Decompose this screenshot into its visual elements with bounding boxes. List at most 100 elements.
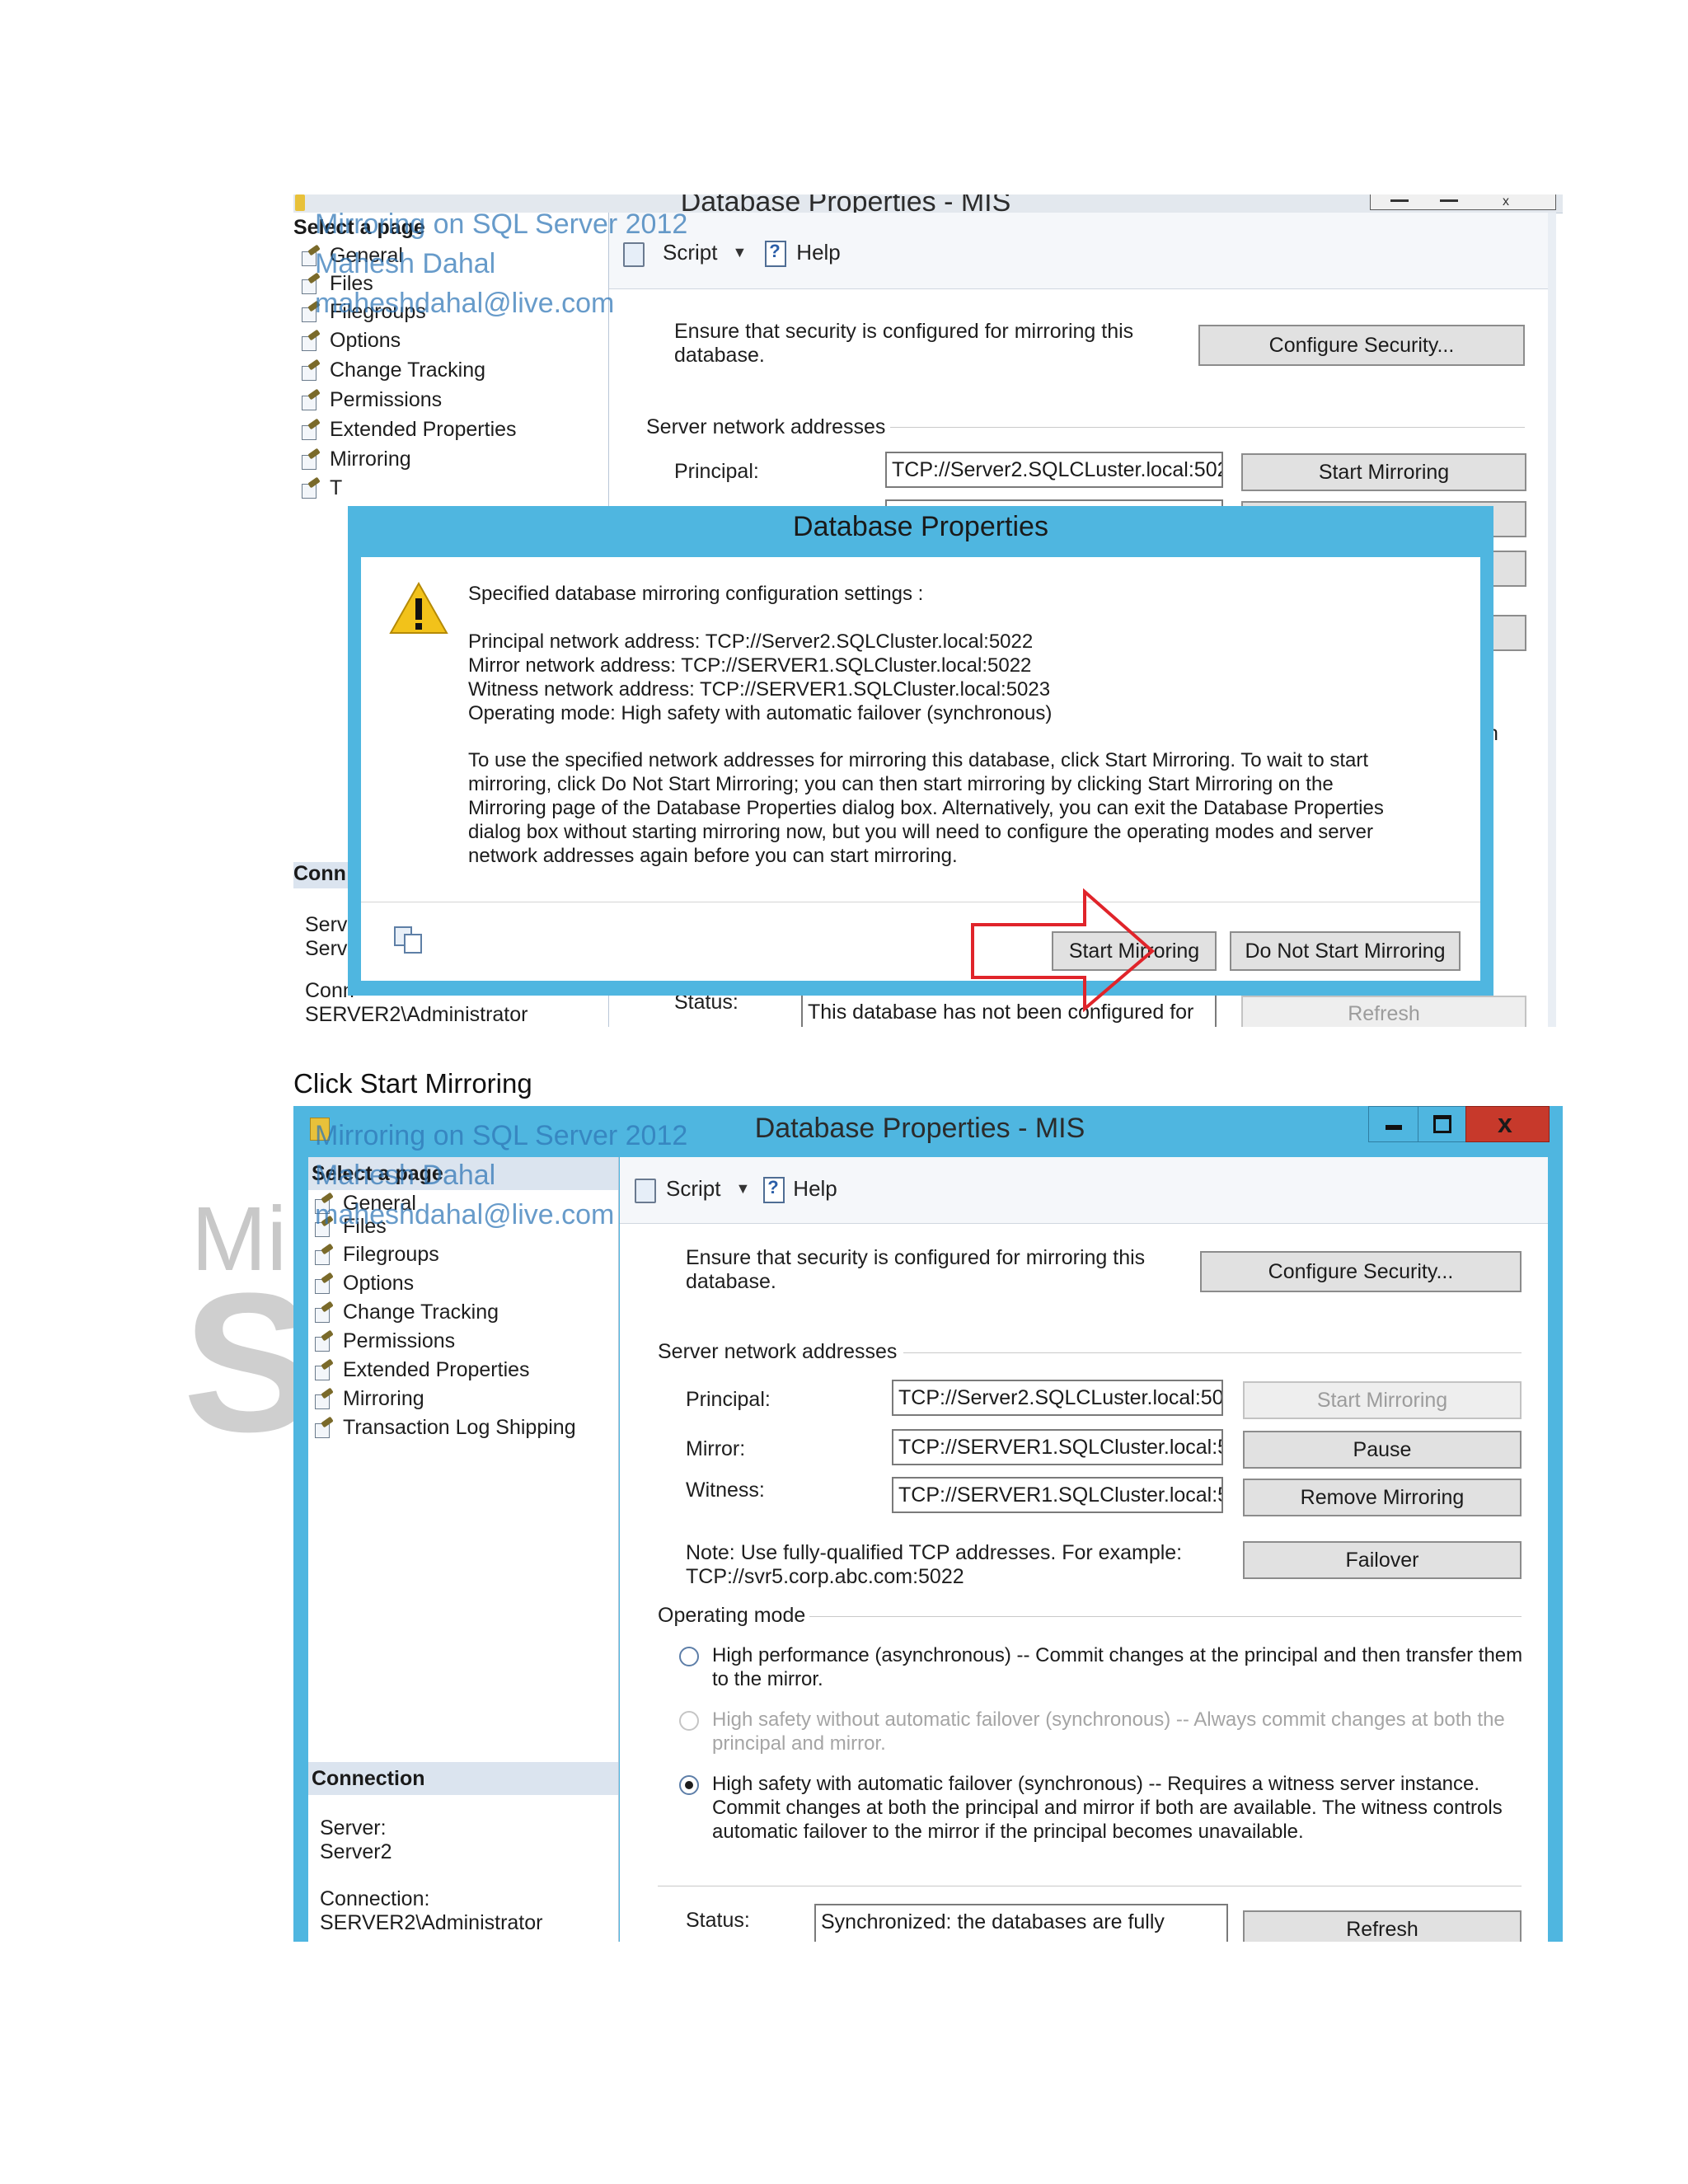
warning-triangle: [389, 581, 448, 634]
page-icon: [300, 329, 321, 351]
minimize-button[interactable]: [1368, 1106, 1419, 1142]
page-mirroring[interactable]: Mirroring: [313, 1387, 424, 1411]
radio-high-performance[interactable]: [679, 1647, 699, 1666]
radio-high-safety-failover-label: High safety with automatic failover (syn…: [712, 1773, 1503, 1843]
connection-value: SERVER2\Administrator: [320, 1911, 543, 1934]
connection-label: Connection:: [320, 1887, 430, 1910]
connection-heading: Connection: [308, 1762, 618, 1795]
copy-icon[interactable]: [394, 926, 424, 954]
security-text: Ensure that security is configured for m…: [686, 1246, 1146, 1293]
refresh-button[interactable]: Refresh: [1241, 996, 1526, 1027]
dialog-message: To use the specified network addresses f…: [468, 749, 1384, 867]
window-title: Database Properties - MIS: [754, 1113, 1085, 1144]
page-label: Options: [343, 1272, 415, 1295]
status-field: Synchronized: the databases are fully: [814, 1904, 1228, 1942]
maximize-button[interactable]: [1418, 1106, 1467, 1142]
chevron-down-icon[interactable]: ▼: [735, 1180, 750, 1197]
page-label: Permissions: [330, 388, 443, 411]
page-label: Extended Properties: [330, 418, 517, 441]
address-note: Note: Use fully-qualified TCP addresses.…: [686, 1541, 1183, 1588]
help-button[interactable]: Help: [793, 1176, 837, 1202]
page-label: T: [330, 476, 343, 499]
page-icon: [300, 418, 321, 440]
radio-high-safety-no-failover-label: High safety without automatic failover (…: [712, 1708, 1505, 1755]
page-extended-properties[interactable]: Extended Properties: [313, 1358, 530, 1382]
page-icon: [313, 1358, 335, 1380]
principal-label: Principal:: [674, 460, 759, 483]
security-text: Ensure that security is configured for m…: [674, 320, 1134, 367]
principal-field[interactable]: TCP://Server2.SQLCLuster.local:502: [885, 452, 1223, 488]
watermark-email: maheshdahal@live.com: [315, 288, 615, 319]
left-pane: Select a page General Files Filegroups O…: [308, 1157, 619, 1942]
dialog-body: Specified database mirroring configurati…: [361, 557, 1480, 1012]
page-filegroups[interactable]: Filegroups: [313, 1243, 439, 1267]
close-button[interactable]: x: [1465, 1106, 1550, 1142]
witness-field[interactable]: TCP://SERVER1.SQLCluster.local:5: [892, 1477, 1223, 1513]
page-options[interactable]: Options: [300, 329, 401, 353]
witness-label: Witness:: [686, 1479, 765, 1502]
page-label: Options: [330, 329, 401, 352]
dialog-settings: Principal network address: TCP://Server2…: [468, 630, 1053, 724]
maximize-icon[interactable]: [1440, 199, 1458, 202]
page-transaction-log-shipping[interactable]: T: [300, 476, 342, 500]
right-border: [1548, 213, 1556, 1027]
remove-mirroring-button[interactable]: Remove Mirroring: [1243, 1479, 1522, 1516]
page-permissions[interactable]: Permissions: [313, 1329, 455, 1353]
toolbar: Script ▼ ? Help: [631, 1175, 837, 1203]
chevron-down-icon[interactable]: ▼: [732, 244, 747, 261]
window-controls[interactable]: x: [1370, 194, 1556, 210]
close-icon[interactable]: x: [1498, 1108, 1512, 1139]
pause-button[interactable]: Pause: [1243, 1431, 1522, 1469]
radio-high-safety-failover[interactable]: [679, 1775, 699, 1795]
page-label: Extended Properties: [343, 1358, 530, 1381]
start-mirroring-button[interactable]: Start Mirroring: [1243, 1381, 1522, 1419]
page-change-tracking[interactable]: Change Tracking: [300, 359, 485, 382]
group-divider: [890, 427, 1525, 428]
watermark-author-2: Mahesh Dahal: [315, 1160, 496, 1191]
help-button[interactable]: Help: [796, 240, 840, 265]
script-icon[interactable]: [631, 1175, 659, 1203]
dialog-heading: Specified database mirroring configurati…: [468, 583, 924, 605]
page-options[interactable]: Options: [313, 1272, 414, 1296]
help-icon[interactable]: ?: [762, 239, 790, 267]
page-label: Filegroups: [343, 1243, 439, 1266]
page-transaction-log-shipping[interactable]: Transaction Log Shipping: [313, 1416, 576, 1440]
refresh-button[interactable]: Refresh: [1243, 1910, 1522, 1942]
page-mirroring[interactable]: Mirroring: [300, 448, 411, 471]
page-label: Change Tracking: [343, 1301, 499, 1324]
minimize-icon[interactable]: [1386, 1125, 1402, 1130]
close-icon[interactable]: x: [1503, 194, 1509, 209]
page-label: Mirroring: [343, 1387, 424, 1410]
connection-label: Conn: [305, 979, 354, 1002]
server-network-addresses-label: Server network addresses: [646, 415, 886, 438]
step-caption: Click Start Mirroring: [293, 1068, 532, 1099]
start-mirroring-button[interactable]: Start Mirroring: [1241, 453, 1526, 491]
do-not-start-mirroring-button[interactable]: Do Not Start Mirroring: [1230, 931, 1461, 971]
page-icon: [313, 1301, 335, 1323]
page-label: Change Tracking: [330, 359, 486, 382]
server-value: Server2: [320, 1840, 392, 1863]
configure-security-button[interactable]: Configure Security...: [1200, 1251, 1522, 1292]
page-label: Transaction Log Shipping: [343, 1416, 576, 1439]
principal-label: Principal:: [686, 1388, 771, 1411]
server-label: Server:: [320, 1816, 387, 1840]
operating-mode-label: Operating mode: [658, 1604, 806, 1627]
maximize-icon[interactable]: [1433, 1115, 1451, 1133]
mirror-field[interactable]: TCP://SERVER1.SQLCluster.local:5: [892, 1429, 1223, 1465]
page-icon: [300, 448, 321, 470]
connection-value: SERVER2\Administrator: [305, 1003, 528, 1026]
server-network-addresses-label: Server network addresses: [658, 1340, 898, 1363]
page-icon: [300, 476, 321, 499]
app-icon: [295, 194, 305, 211]
page-permissions[interactable]: Permissions: [300, 388, 442, 412]
failover-button[interactable]: Failover: [1243, 1541, 1522, 1579]
script-button[interactable]: Script: [666, 1176, 720, 1202]
page-extended-properties[interactable]: Extended Properties: [300, 418, 517, 442]
configure-security-button[interactable]: Configure Security...: [1198, 325, 1525, 366]
minimize-icon[interactable]: [1390, 199, 1409, 202]
help-icon[interactable]: ?: [760, 1175, 788, 1203]
page-label: Mirroring: [330, 448, 411, 471]
principal-field[interactable]: TCP://Server2.SQLCLuster.local:502: [892, 1380, 1223, 1416]
page-change-tracking[interactable]: Change Tracking: [313, 1301, 499, 1324]
radio-high-safety-no-failover[interactable]: [679, 1711, 699, 1731]
